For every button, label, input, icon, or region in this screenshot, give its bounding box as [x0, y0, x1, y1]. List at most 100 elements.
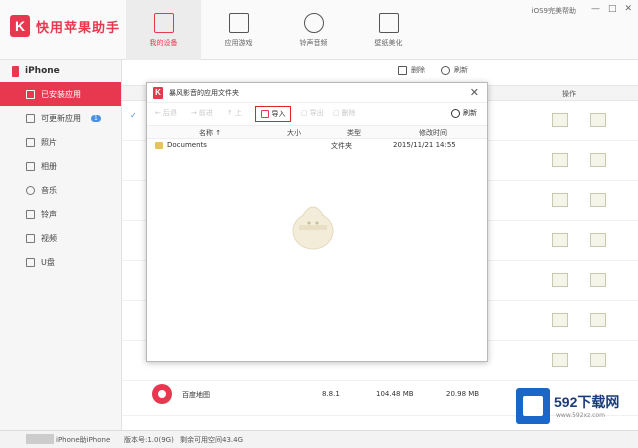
nav-label: 铃声音频 [299, 38, 328, 47]
device-header[interactable]: iPhone [0, 60, 121, 82]
open-folder-button[interactable] [552, 233, 568, 247]
checkmark-icon[interactable]: ✓ [130, 111, 137, 120]
close-icon[interactable]: ✕ [624, 4, 632, 14]
forward-button[interactable]: → 前进 [191, 108, 213, 118]
sidebar-item-usb[interactable]: U盘 [0, 250, 121, 274]
maximize-icon[interactable]: □ [608, 4, 617, 14]
dialog-refresh-button[interactable]: 刷新 [451, 108, 477, 118]
open-folder-button[interactable] [552, 313, 568, 327]
uninstall-button[interactable] [590, 313, 606, 327]
file-modified: 2015/11/21 14:55 [393, 141, 456, 149]
open-folder-button[interactable] [552, 273, 568, 287]
dialog-titlebar: K 暴风影音的应用文件夹 ✕ [147, 83, 487, 103]
column-modified[interactable]: 修改时间 [419, 128, 447, 138]
refresh-label: 刷新 [463, 109, 477, 117]
device-thumbnail [26, 434, 54, 444]
nav-label: 我的设备 [149, 38, 178, 47]
column-operation: 操作 [562, 90, 576, 98]
sidebar-item-label: 照片 [41, 137, 57, 147]
nav-label: 壁纸美化 [374, 38, 403, 47]
apps-icon [228, 12, 249, 33]
file-name: Documents [167, 141, 207, 149]
folder-icon [155, 142, 163, 149]
uninstall-button[interactable] [590, 193, 606, 207]
sidebar-item-installed[interactable]: 已安装应用 [0, 82, 121, 106]
update-apps-icon [26, 113, 35, 123]
import-button[interactable]: 导入 [255, 106, 291, 122]
sidebar-item-label: U盘 [41, 257, 55, 267]
sidebar-item-label: 可更新应用 [41, 113, 81, 123]
status-device-name: iPhone助iPhone [56, 436, 111, 444]
export-button[interactable]: ▢ 导出 [301, 108, 324, 118]
help-link[interactable]: iOS9完美帮助 [532, 6, 576, 16]
uninstall-button[interactable] [590, 113, 606, 127]
app-name: 百度地图 [182, 391, 210, 399]
column-name[interactable]: 名称 ↑ [199, 128, 221, 138]
close-icon[interactable]: ✕ [470, 86, 479, 99]
trash-icon [398, 65, 407, 75]
logo-badge: K [10, 15, 30, 37]
sidebar-item-music[interactable]: 音乐 [0, 178, 121, 202]
open-folder-button[interactable] [552, 153, 568, 167]
installed-apps-icon [26, 89, 35, 99]
dialog-logo: K [153, 86, 163, 99]
uninstall-button[interactable] [590, 233, 606, 247]
nav-wallpapers[interactable]: 壁纸美化 [351, 0, 426, 60]
uninstall-button[interactable] [590, 153, 606, 167]
back-button[interactable]: ← 后退 [155, 108, 177, 118]
sidebar-item-label: 视频 [41, 233, 57, 243]
uninstall-button[interactable] [590, 353, 606, 367]
music-icon [303, 12, 324, 33]
sidebar-item-updates[interactable]: 可更新应用 1 [0, 106, 121, 130]
app-name: 快用苹果助手 [36, 20, 121, 36]
refresh-label: 刷新 [454, 66, 468, 74]
dialog-toolbar: ← 后退 → 前进 ↑ 上 导入 ▢ 导出 ▢ 删除 刷新 [147, 103, 487, 125]
sidebar-item-label: 已安装应用 [41, 89, 81, 99]
sidebar: iPhone 已安装应用 可更新应用 1 照片 相册 音乐 铃声 视频 U盘 [0, 60, 122, 430]
nav-apps-games[interactable]: 应用游戏 [201, 0, 276, 60]
nav-label: 应用游戏 [224, 38, 253, 47]
sidebar-item-label: 铃声 [41, 209, 57, 219]
delete-label: 删除 [411, 66, 425, 74]
sidebar-item-ringtones[interactable]: 铃声 [0, 202, 121, 226]
import-icon [260, 110, 269, 118]
empty-mascot-icon [292, 206, 334, 250]
music-icon [26, 185, 35, 195]
photo-icon [26, 137, 35, 147]
top-header: K 快用苹果助手 我的设备 应用游戏 铃声音频 壁纸美化 iOS9完美帮助 — … [0, 0, 638, 60]
column-type[interactable]: 类型 [347, 128, 361, 138]
main-nav: 我的设备 应用游戏 铃声音频 壁纸美化 [126, 0, 426, 60]
window-controls: — □ ✕ [591, 4, 632, 14]
refresh-button[interactable]: 刷新 [441, 65, 468, 75]
nav-my-device[interactable]: 我的设备 [126, 0, 201, 60]
sidebar-item-photos[interactable]: 照片 [0, 130, 121, 154]
usb-icon [26, 257, 35, 267]
open-folder-button[interactable] [552, 353, 568, 367]
column-size[interactable]: 大小 [287, 128, 301, 138]
app-logo: K 快用苹果助手 [10, 15, 120, 37]
dialog-delete-button[interactable]: ▢ 删除 [333, 108, 356, 118]
delete-button[interactable]: 删除 [398, 65, 425, 75]
sidebar-item-video[interactable]: 视频 [0, 226, 121, 250]
wallpaper-icon [378, 12, 399, 33]
file-row[interactable]: Documents 文件夹 2015/11/21 14:55 [147, 139, 487, 153]
open-folder-button[interactable] [552, 193, 568, 207]
up-button[interactable]: ↑ 上 [227, 108, 242, 118]
file-table-header: 名称 ↑ 大小 类型 修改时间 [147, 125, 487, 139]
album-icon [26, 161, 35, 171]
sidebar-item-label: 音乐 [41, 185, 57, 195]
refresh-icon [441, 65, 450, 75]
app-size: 104.48 MB [376, 390, 414, 398]
sidebar-item-album[interactable]: 相册 [0, 154, 121, 178]
cube-icon [523, 396, 543, 416]
ringtone-icon [26, 209, 35, 219]
status-version: 版本号:1.0(9G) [124, 436, 174, 444]
uninstall-button[interactable] [590, 273, 606, 287]
minimize-icon[interactable]: — [591, 4, 600, 14]
nav-ringtones[interactable]: 铃声音频 [276, 0, 351, 60]
open-folder-button[interactable] [552, 113, 568, 127]
main-toolbar: 删除 刷新 [398, 65, 468, 75]
watermark-text: 592下载网 [554, 394, 620, 410]
video-icon [26, 233, 35, 243]
update-count-badge: 1 [91, 114, 101, 122]
